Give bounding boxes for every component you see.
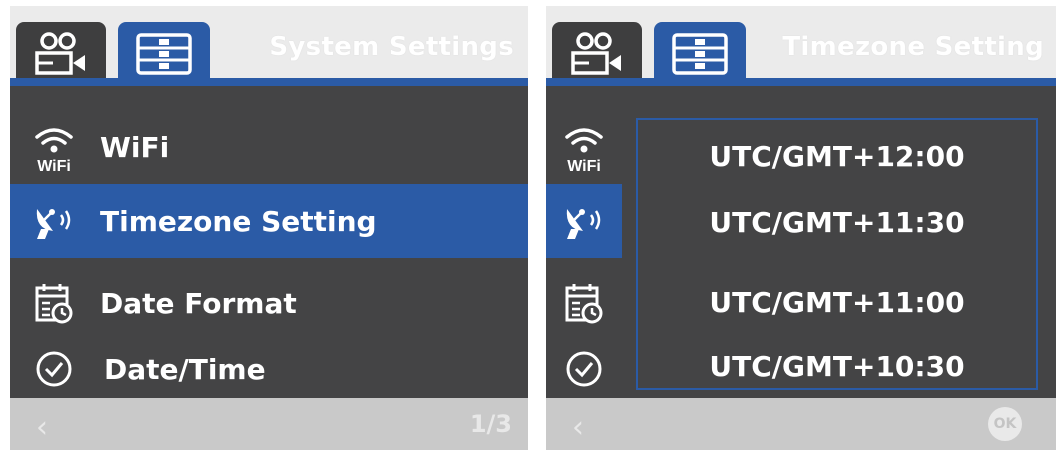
timezone-option[interactable]: UTC/GMT+11:30	[638, 206, 1036, 239]
ok-button[interactable]: OK	[988, 407, 1022, 441]
timezone-list[interactable]: UTC/GMT+12:00 UTC/GMT+11:30 UTC/GMT+11:0…	[636, 118, 1038, 390]
menu-item-wifi[interactable]: WiFi WiFi	[10, 110, 528, 184]
icon-item-wifi[interactable]: WiFi	[546, 110, 622, 184]
menu-item-date-time[interactable]: Date/Time	[10, 332, 528, 406]
tab-settings[interactable]	[654, 22, 746, 86]
page-title: System Settings	[269, 32, 514, 62]
menu-item-label: Date Format	[100, 286, 297, 320]
menu-item-label: Date/Time	[104, 352, 266, 386]
satellite-dish-icon	[566, 209, 601, 239]
header-bar: Timezone Setting	[546, 6, 1056, 86]
timezone-setting-screen: Timezone Setting WiFi UTC/GMT+12:00 UTC/…	[546, 6, 1056, 450]
tab-camera[interactable]	[552, 22, 642, 86]
wifi-icon: WiFi	[565, 128, 603, 173]
satellite-dish-icon	[18, 199, 90, 243]
footer-bar: ‹ 1/3	[10, 398, 528, 450]
wifi-icon-text: WiFi	[567, 158, 601, 173]
timezone-option[interactable]: UTC/GMT+11:00	[638, 286, 1036, 319]
icon-item-date-time[interactable]	[546, 332, 622, 406]
header-bar: System Settings	[10, 6, 528, 86]
page-title: Timezone Setting	[782, 32, 1044, 62]
camera-mode-icon	[35, 32, 85, 75]
icon-item-timezone-setting[interactable]	[546, 184, 622, 258]
header-divider	[10, 78, 528, 86]
timezone-option[interactable]: UTC/GMT+12:00	[638, 140, 1036, 173]
camera-mode-icon	[571, 32, 621, 75]
menu-item-label: Timezone Setting	[100, 204, 377, 238]
system-settings-screen: System Settings WiFi WiFi Timezone Setti…	[10, 6, 528, 450]
footer-bar: ‹ OK	[546, 398, 1056, 450]
header-divider	[546, 78, 1056, 86]
menu-item-label: WiFi	[100, 130, 170, 164]
timezone-option[interactable]: UTC/GMT+10:30	[638, 350, 1036, 383]
page-indicator: 1/3	[469, 410, 512, 438]
wifi-icon-text: WiFi	[37, 158, 71, 173]
settings-list-icon	[672, 33, 728, 75]
icon-item-date-format[interactable]	[546, 266, 622, 340]
tab-settings[interactable]	[118, 22, 210, 86]
settings-list-icon	[136, 33, 192, 75]
menu-item-timezone-setting[interactable]: Timezone Setting	[10, 184, 528, 258]
calendar-clock-icon	[565, 284, 603, 324]
back-button[interactable]: ‹	[36, 410, 48, 445]
tab-camera[interactable]	[16, 22, 106, 86]
back-button[interactable]: ‹	[572, 410, 584, 445]
calendar-clock-icon	[18, 282, 90, 324]
clock-check-icon	[18, 349, 90, 389]
menu-item-date-format[interactable]: Date Format	[10, 266, 528, 340]
clock-check-icon	[566, 351, 602, 387]
wifi-icon: WiFi	[18, 121, 90, 173]
